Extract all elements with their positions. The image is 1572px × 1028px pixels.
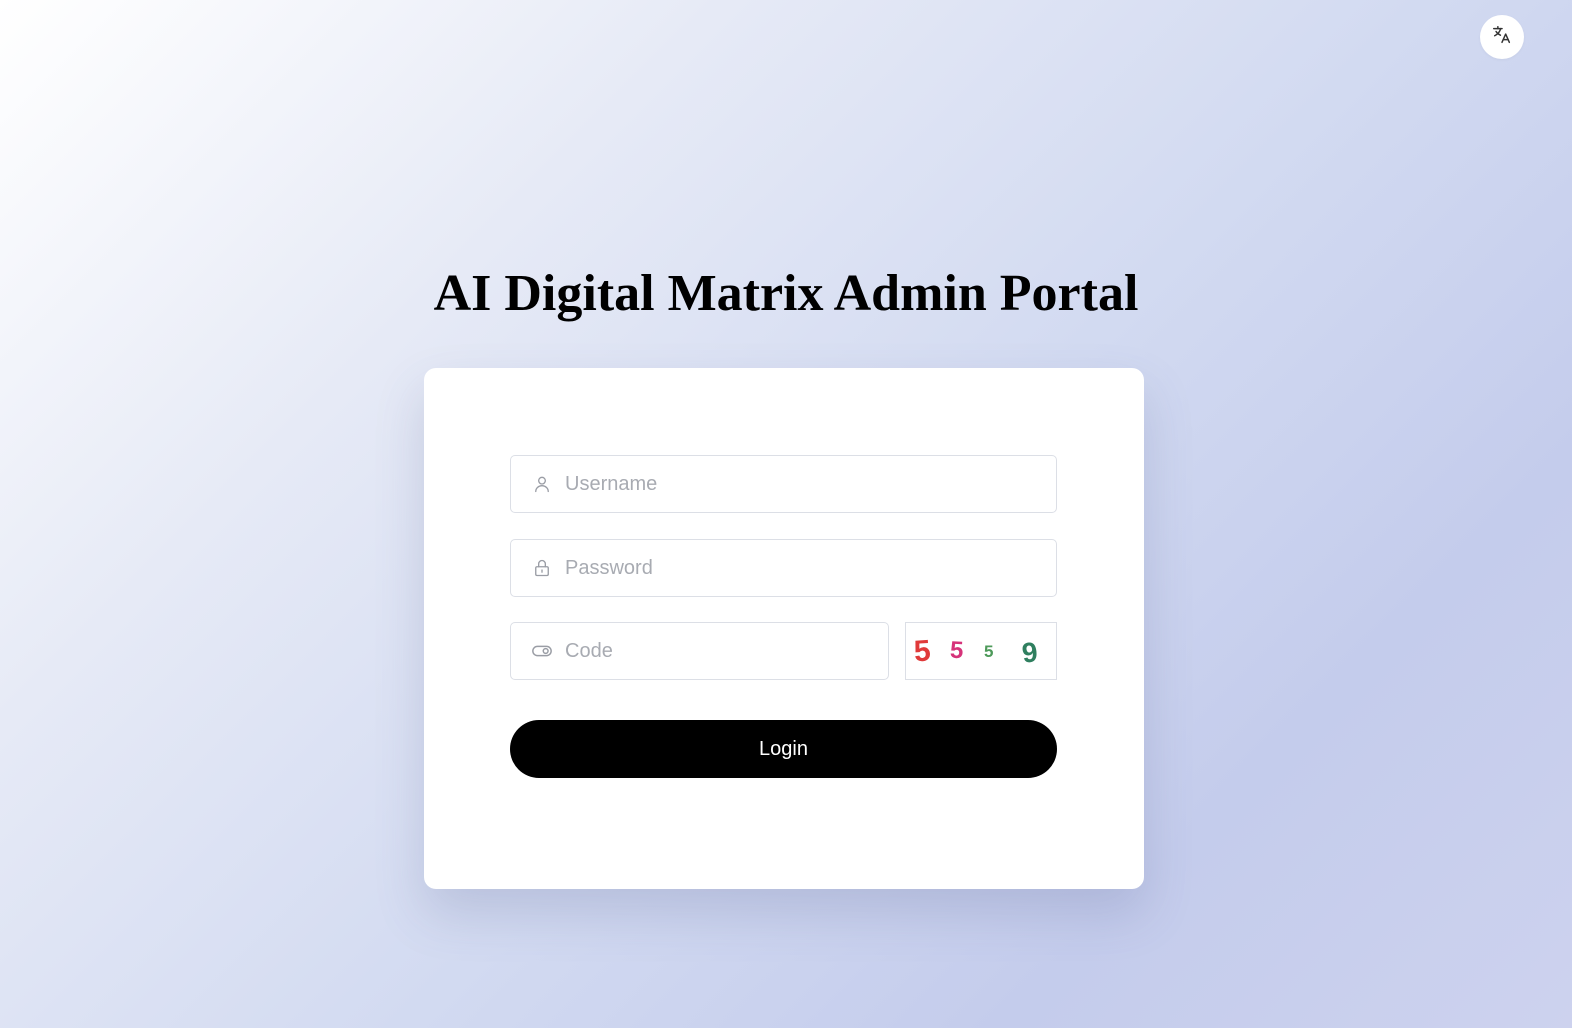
- username-input[interactable]: [563, 455, 1003, 513]
- user-icon: [531, 473, 553, 495]
- translate-icon: [1491, 24, 1513, 51]
- language-switch-button[interactable]: [1480, 15, 1524, 59]
- password-field[interactable]: [510, 539, 1057, 597]
- code-field[interactable]: [510, 622, 889, 680]
- captcha-char: 9: [1020, 636, 1040, 669]
- password-input[interactable]: [563, 539, 1003, 597]
- captcha-char: 5: [912, 634, 932, 669]
- lock-icon: [531, 557, 553, 579]
- username-field[interactable]: [510, 455, 1057, 513]
- page-title: AI Digital Matrix Admin Portal: [433, 265, 1139, 322]
- captcha-image[interactable]: 5 5 5 9: [905, 622, 1057, 680]
- code-input[interactable]: [563, 622, 869, 680]
- login-button[interactable]: Login: [510, 720, 1057, 778]
- captcha-char: 5: [984, 642, 994, 661]
- toggle-icon: [531, 640, 553, 662]
- login-card: 5 5 5 9 Login: [424, 368, 1144, 889]
- captcha-char: 5: [949, 636, 965, 665]
